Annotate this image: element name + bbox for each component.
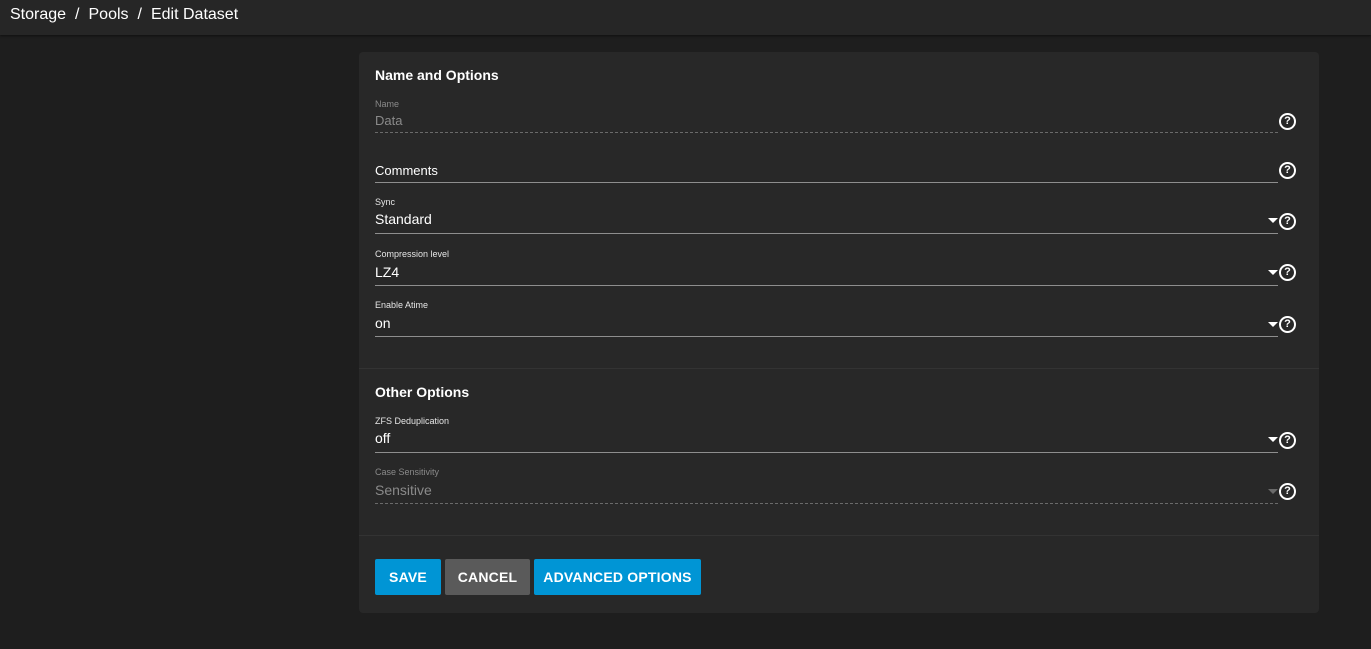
chevron-down-icon: [1268, 270, 1278, 275]
chevron-down-icon: [1268, 437, 1278, 442]
dedup-label: ZFS Deduplication: [375, 416, 450, 426]
name-value: Data: [375, 113, 403, 128]
sync-select[interactable]: Sync Standard: [375, 196, 1278, 236]
case-sensitivity-underline: [375, 503, 1278, 504]
case-sensitivity-select: Case Sensitivity Sensitive: [375, 466, 1278, 506]
section-divider: [359, 368, 1319, 369]
compression-value: LZ4: [375, 264, 400, 280]
breadcrumb-separator: /: [137, 6, 142, 23]
case-sensitivity-value: Sensitive: [375, 482, 432, 498]
chevron-down-icon: [1268, 218, 1278, 223]
actions-divider: [359, 535, 1319, 536]
edit-dataset-form: Name and Options Name Data ? Comments ? …: [359, 52, 1319, 613]
breadcrumb-storage[interactable]: Storage: [10, 6, 66, 24]
breadcrumb-pools[interactable]: Pools: [89, 6, 129, 24]
atime-select[interactable]: Enable Atime on: [375, 299, 1278, 339]
name-field[interactable]: Name Data: [375, 98, 1278, 138]
sync-label: Sync: [375, 197, 396, 207]
sync-value: Standard: [375, 211, 432, 227]
top-bar: Storage / Pools / Edit Dataset: [0, 0, 1371, 35]
breadcrumb: Storage / Pools / Edit Dataset: [10, 6, 238, 24]
name-label: Name: [375, 99, 400, 109]
atime-help-icon[interactable]: ?: [1279, 316, 1296, 333]
comments-input[interactable]: Comments: [375, 163, 438, 178]
comments-field[interactable]: Comments: [375, 160, 1278, 184]
save-button[interactable]: SAVE: [375, 559, 441, 595]
atime-underline: [375, 336, 1278, 337]
breadcrumb-separator: /: [75, 6, 80, 23]
name-underline: [375, 132, 1278, 133]
compression-help-icon[interactable]: ?: [1279, 264, 1296, 281]
chevron-down-icon: [1268, 489, 1278, 494]
dedup-help-icon[interactable]: ?: [1279, 432, 1296, 449]
case-sensitivity-help-icon[interactable]: ?: [1279, 483, 1296, 500]
sync-help-icon[interactable]: ?: [1279, 213, 1296, 230]
section-title-other-options: Other Options: [375, 384, 470, 400]
advanced-options-button[interactable]: ADVANCED OPTIONS: [534, 559, 701, 595]
name-help-icon[interactable]: ?: [1279, 113, 1296, 130]
comments-underline: [375, 182, 1278, 183]
compression-underline: [375, 285, 1278, 286]
compression-label: Compression level: [375, 249, 450, 259]
sync-underline: [375, 233, 1278, 234]
chevron-down-icon: [1268, 322, 1278, 327]
compression-select[interactable]: Compression level LZ4: [375, 248, 1278, 288]
dedup-value: off: [375, 430, 391, 446]
comments-help-icon[interactable]: ?: [1279, 162, 1296, 179]
breadcrumb-edit-dataset: Edit Dataset: [150, 6, 239, 23]
section-title-name-options: Name and Options: [375, 67, 499, 83]
dedup-select[interactable]: ZFS Deduplication off: [375, 415, 1278, 455]
atime-value: on: [375, 315, 391, 331]
atime-label: Enable Atime: [375, 300, 429, 310]
cancel-button[interactable]: CANCEL: [445, 559, 530, 595]
dedup-underline: [375, 452, 1278, 453]
case-sensitivity-label: Case Sensitivity: [375, 467, 440, 477]
